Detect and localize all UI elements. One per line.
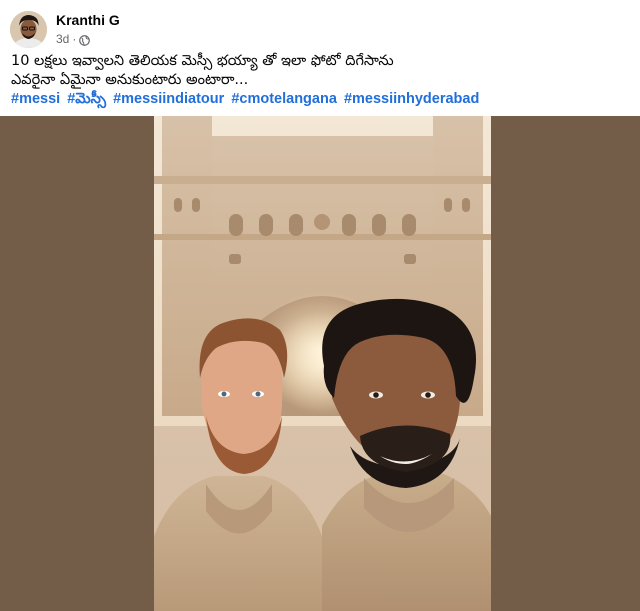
hashtag-link[interactable]: #cmotelangana: [231, 91, 337, 107]
post-meta: Kranthi G 3d ·: [56, 11, 120, 47]
hashtag-link[interactable]: #messiinhyderabad: [344, 91, 479, 107]
post-caption: 10 లక్షలు ఇవ్వాలని తెలియక మెస్సీ భయ్యా త…: [11, 52, 631, 109]
avatar[interactable]: [10, 10, 47, 48]
post-timestamp[interactable]: 3d: [56, 31, 69, 47]
globe-icon[interactable]: [79, 34, 91, 46]
post-media[interactable]: [0, 116, 640, 611]
facebook-post: Kranthi G 3d · 10 లక్షలు ఇవ్వాలని తెలియక…: [0, 0, 640, 611]
hashtag-link[interactable]: #మెస్సీ: [67, 91, 106, 107]
post-subline: 3d ·: [56, 31, 120, 47]
hashtag-link[interactable]: #messi: [11, 91, 60, 107]
hashtag-list: #messi #మెస్సీ #messiindiatour #cmotelan…: [11, 90, 631, 109]
hashtag-link[interactable]: #messiindiatour: [113, 91, 224, 107]
author-name[interactable]: Kranthi G: [56, 11, 120, 29]
caption-line-2: ఎవరైనా ఏమైనా అనుకుంటారు అంటారా...: [11, 72, 249, 88]
meta-separator: ·: [72, 32, 77, 46]
post-photo[interactable]: [154, 116, 491, 611]
caption-line-1: 10 లక్షలు ఇవ్వాలని తెలియక మెస్సీ భయ్యా త…: [11, 53, 394, 69]
post-header: Kranthi G 3d ·: [10, 9, 120, 49]
